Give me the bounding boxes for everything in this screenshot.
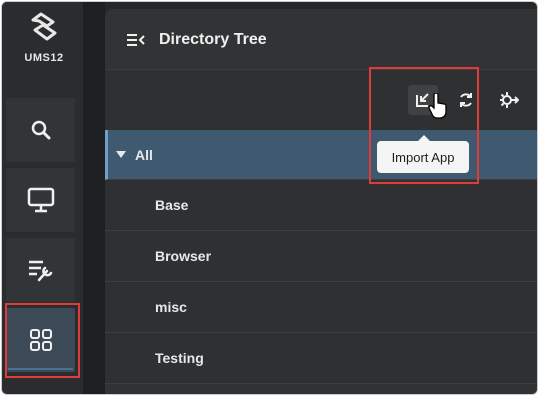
nav-configuration-button[interactable]: [6, 238, 75, 302]
nav-search-button[interactable]: [6, 98, 75, 162]
collapse-menu-icon[interactable]: [126, 33, 146, 47]
tree-item-label: Testing: [155, 350, 204, 366]
nav-devices-button[interactable]: [6, 168, 75, 232]
monitor-icon: [27, 187, 54, 213]
tree-item-browser[interactable]: Browser: [105, 231, 537, 282]
tree-item-label: Browser: [155, 248, 212, 264]
panel-header: Directory Tree: [105, 9, 537, 70]
tree-item-label: misc: [155, 299, 187, 315]
tree-item-label: Base: [155, 197, 189, 213]
app-logo: UMS12: [14, 12, 74, 72]
search-icon: [31, 120, 50, 140]
left-nav: UMS12: [2, 2, 83, 394]
caret-down-icon[interactable]: [116, 151, 126, 158]
tree-item-misc[interactable]: misc: [105, 282, 537, 333]
highlight-box-apps: [5, 303, 80, 378]
settings-export-button[interactable]: [494, 85, 524, 115]
highlight-box-import: [369, 67, 479, 184]
tree-item-label: All: [135, 147, 153, 163]
logo-text: UMS12: [24, 52, 64, 64]
tree-item-base[interactable]: Base: [105, 180, 537, 231]
panel-title: Directory Tree: [159, 31, 267, 48]
logo-icon: [31, 12, 57, 41]
divider: [83, 2, 105, 394]
list-wrench-icon: [28, 260, 52, 282]
tree-item-testing[interactable]: Testing: [105, 333, 537, 384]
gear-arrow-icon: [500, 92, 519, 108]
app-window: UMS12 Directory Tree All Base Browser mi…: [1, 1, 538, 395]
